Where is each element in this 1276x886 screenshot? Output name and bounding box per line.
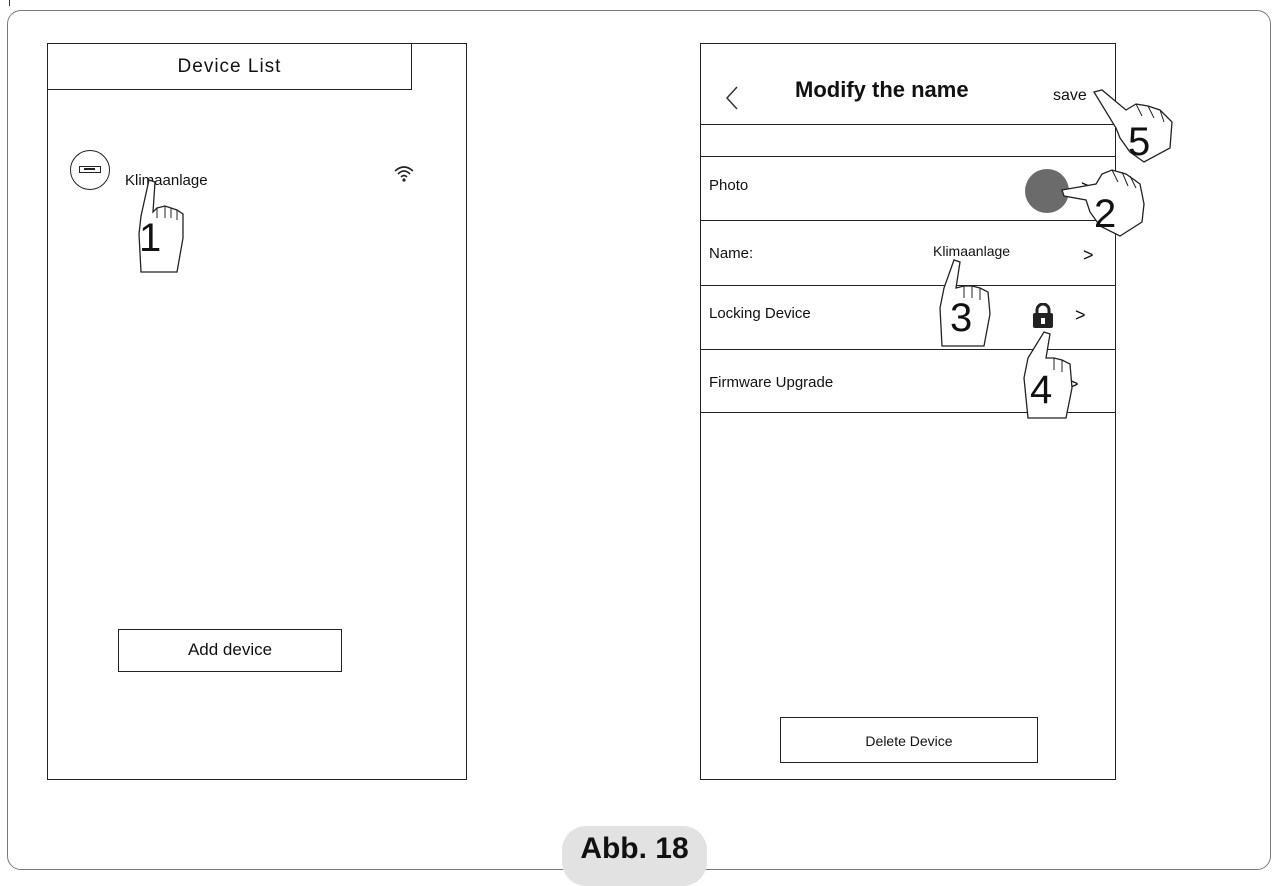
- photo-label: Photo: [709, 177, 749, 194]
- delete-device-button[interactable]: Delete Device: [780, 717, 1038, 763]
- page-title: Modify the name: [795, 77, 969, 102]
- chevron-left-icon[interactable]: [723, 84, 741, 112]
- air-conditioner-icon[interactable]: [70, 150, 110, 190]
- firmware-upgrade-label: Firmware Upgrade: [709, 374, 834, 391]
- corner-mark: [0, 0, 10, 6]
- figure-caption: Abb. 18: [562, 826, 707, 886]
- device-list-title: Device List: [48, 44, 412, 90]
- name-label: Name:: [709, 245, 754, 262]
- wifi-icon: [394, 166, 414, 182]
- lock-icon[interactable]: [1032, 303, 1054, 329]
- header-bar: Modify the name save: [701, 44, 1115, 125]
- pointer-hand-step-5: 5: [1090, 88, 1173, 188]
- pointer-hand-step-4: 4: [1014, 330, 1076, 430]
- locking-device-label: Locking Device: [709, 305, 811, 322]
- pointer-hand-step-3: 3: [932, 258, 994, 358]
- save-button[interactable]: save: [1053, 87, 1087, 105]
- chevron-right-icon: >: [1075, 305, 1086, 325]
- device-list-screen: Device List Klimaanlage Add device: [47, 43, 467, 780]
- step-number: 1: [139, 216, 162, 260]
- photo-row[interactable]: Photo >: [701, 156, 1115, 222]
- step-number: 4: [1030, 368, 1053, 412]
- step-number: 3: [950, 296, 973, 340]
- add-device-button[interactable]: Add device: [118, 629, 342, 672]
- step-number: 5: [1128, 120, 1151, 164]
- name-row[interactable]: Name: Klimaanlage >: [701, 220, 1115, 287]
- name-value[interactable]: Klimaanlage: [933, 243, 1010, 259]
- step-number: 2: [1094, 192, 1117, 236]
- pointer-hand-step-1: 1: [127, 176, 189, 276]
